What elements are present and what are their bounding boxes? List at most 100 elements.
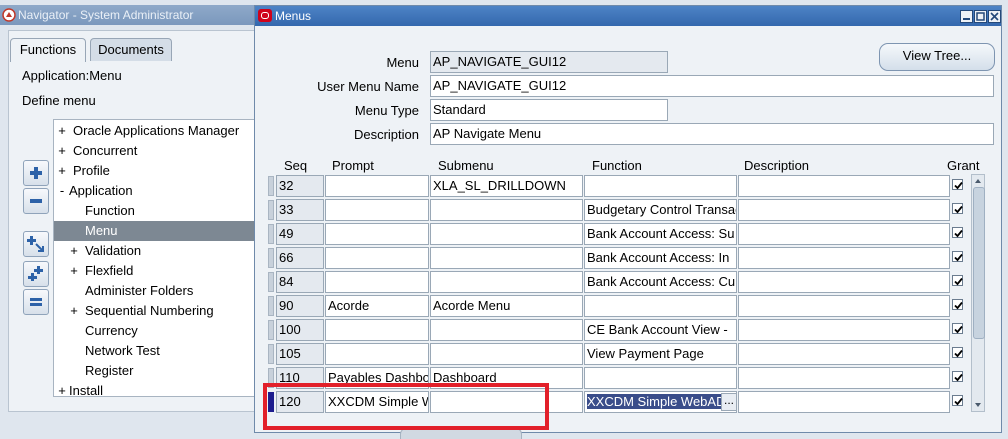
table-row[interactable]: 110 Payables Dashbo Dashboard	[255, 367, 1001, 389]
collapse-all-button[interactable]	[23, 289, 49, 315]
tree-expander[interactable]: +	[69, 241, 79, 261]
description-cell[interactable]	[738, 367, 950, 389]
tree-item-function[interactable]: Function	[54, 201, 263, 221]
table-row[interactable]: 33 Budgetary Control Transac	[255, 199, 1001, 221]
scroll-up-icon[interactable]	[973, 176, 983, 186]
function-cell[interactable]: View Payment Page	[584, 343, 737, 365]
tree-expander[interactable]: +	[57, 121, 67, 141]
row-indicator[interactable]	[268, 320, 274, 340]
seq-cell[interactable]: 84	[276, 271, 324, 293]
description-cell[interactable]	[738, 295, 950, 317]
user-menu-name-field[interactable]: AP_NAVIGATE_GUI12	[430, 75, 994, 97]
tree-item-oracle-applications-manager[interactable]: + Oracle Applications Manager	[54, 121, 263, 141]
collapse-button[interactable]	[23, 188, 49, 214]
expand-branch-button[interactable]	[23, 231, 49, 257]
function-cell[interactable]: Bank Account Access: Su	[584, 223, 737, 245]
prompt-cell[interactable]	[325, 319, 429, 341]
tree-item-administer-folders[interactable]: Administer Folders	[54, 281, 263, 301]
navigator-titlebar[interactable]: Navigator - System Administrator	[0, 5, 262, 25]
description-cell[interactable]	[738, 271, 950, 293]
row-indicator[interactable]	[268, 344, 274, 364]
seq-cell[interactable]: 66	[276, 247, 324, 269]
row-indicator[interactable]	[268, 272, 274, 292]
scroll-down-icon[interactable]	[973, 400, 983, 410]
function-cell[interactable]: CE Bank Account View -	[584, 319, 737, 341]
tab-documents[interactable]: Documents	[90, 38, 172, 61]
grant-checkbox[interactable]	[952, 323, 963, 334]
row-indicator[interactable]	[268, 176, 274, 196]
grant-checkbox[interactable]	[952, 203, 963, 214]
function-cell[interactable]	[584, 175, 737, 197]
table-row[interactable]: 49 Bank Account Access: Su	[255, 223, 1001, 245]
prompt-cell[interactable]: XXCDM Simple W	[325, 391, 429, 413]
seq-cell[interactable]: 100	[276, 319, 324, 341]
tree-expander[interactable]: +	[69, 261, 79, 281]
grant-checkbox[interactable]	[952, 275, 963, 286]
description-cell[interactable]	[738, 175, 950, 197]
menus-titlebar[interactable]: Menus	[255, 6, 1001, 26]
tree-item-currency[interactable]: Currency	[54, 321, 263, 341]
grant-checkbox[interactable]	[952, 251, 963, 262]
seq-cell[interactable]: 90	[276, 295, 324, 317]
description-cell[interactable]	[738, 247, 950, 269]
tab-functions[interactable]: Functions	[10, 38, 86, 62]
row-indicator[interactable]	[268, 224, 274, 244]
prompt-cell[interactable]	[325, 223, 429, 245]
description-cell[interactable]	[738, 223, 950, 245]
description-field[interactable]: AP Navigate Menu	[430, 123, 994, 145]
tree-item-menu[interactable]: Menu	[54, 221, 263, 241]
submenu-cell[interactable]	[430, 391, 583, 413]
tree-expander[interactable]: +	[69, 301, 79, 321]
submenu-cell[interactable]: Acorde Menu	[430, 295, 583, 317]
prompt-cell[interactable]	[325, 199, 429, 221]
menu-type-field[interactable]: Standard	[430, 99, 668, 121]
function-cell[interactable]: XXCDM Simple WebAD	[584, 391, 737, 413]
table-row[interactable]: 120 XXCDM Simple W XXCDM Simple WebAD...	[255, 391, 1001, 413]
maximize-button[interactable]	[974, 10, 987, 23]
seq-cell[interactable]: 32	[276, 175, 324, 197]
row-indicator[interactable]	[268, 296, 274, 316]
grant-checkbox[interactable]	[952, 227, 963, 238]
vertical-scrollbar[interactable]	[971, 174, 985, 412]
menu-field[interactable]: AP_NAVIGATE_GUI12	[430, 51, 668, 73]
row-indicator[interactable]	[268, 200, 274, 220]
prompt-cell[interactable]	[325, 247, 429, 269]
row-indicator[interactable]	[268, 248, 274, 268]
seq-cell[interactable]: 33	[276, 199, 324, 221]
table-row[interactable]: 105 View Payment Page	[255, 343, 1001, 365]
lov-button[interactable]: ...	[721, 393, 737, 411]
minimize-button[interactable]	[960, 10, 973, 23]
seq-cell[interactable]: 120	[276, 391, 324, 413]
submenu-cell[interactable]	[430, 271, 583, 293]
grant-checkbox[interactable]	[952, 179, 963, 190]
submenu-cell[interactable]	[430, 247, 583, 269]
table-row[interactable]: 66 Bank Account Access: In	[255, 247, 1001, 269]
table-row[interactable]: 100 CE Bank Account View -	[255, 319, 1001, 341]
tree-item-register[interactable]: Register	[54, 361, 263, 381]
function-cell[interactable]: Bank Account Access: In	[584, 247, 737, 269]
expand-button[interactable]	[23, 160, 49, 186]
tree-expander[interactable]: +	[57, 161, 67, 181]
view-tree-button[interactable]: View Tree...	[879, 43, 995, 71]
submenu-cell[interactable]	[430, 343, 583, 365]
row-indicator[interactable]	[268, 392, 274, 412]
close-button[interactable]	[988, 10, 1001, 23]
tree-expander[interactable]: -	[57, 181, 67, 201]
grant-checkbox[interactable]	[952, 299, 963, 310]
grant-checkbox[interactable]	[952, 347, 963, 358]
tree-item-validation[interactable]: + Validation	[54, 241, 263, 261]
description-cell[interactable]	[738, 391, 950, 413]
tree-item-install[interactable]: + Install	[54, 381, 263, 396]
prompt-cell[interactable]	[325, 343, 429, 365]
table-row[interactable]: 90 Acorde Acorde Menu	[255, 295, 1001, 317]
tree-expander[interactable]: +	[57, 141, 67, 161]
tree-item-sequential-numbering[interactable]: + Sequential Numbering	[54, 301, 263, 321]
function-cell[interactable]: Budgetary Control Transac	[584, 199, 737, 221]
function-cell[interactable]	[584, 295, 737, 317]
prompt-cell[interactable]: Payables Dashbo	[325, 367, 429, 389]
row-indicator[interactable]	[268, 368, 274, 388]
seq-cell[interactable]: 49	[276, 223, 324, 245]
prompt-cell[interactable]	[325, 175, 429, 197]
table-row[interactable]: 84 Bank Account Access: Cu	[255, 271, 1001, 293]
grant-checkbox[interactable]	[952, 395, 963, 406]
